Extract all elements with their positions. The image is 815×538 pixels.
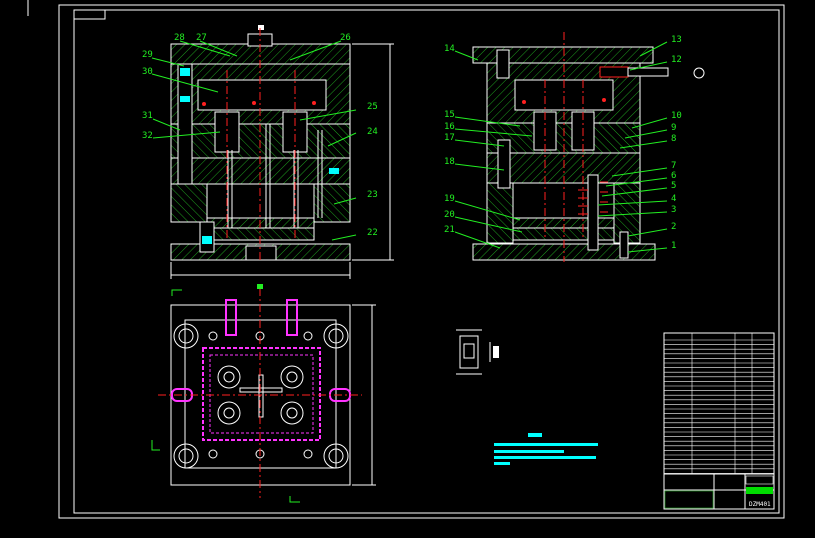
side-label-3: 3 bbox=[671, 205, 676, 215]
plan-view bbox=[151, 284, 376, 503]
front-label-30: 30 bbox=[142, 67, 153, 77]
side-label-20: 20 bbox=[444, 210, 455, 220]
front-label-28: 28 bbox=[174, 33, 185, 43]
side-label-18: 18 bbox=[444, 157, 455, 167]
side-label-21: 21 bbox=[444, 225, 455, 235]
side-label-10: 10 bbox=[671, 111, 682, 121]
side-label-2: 2 bbox=[671, 222, 676, 232]
side-label-4: 4 bbox=[671, 194, 676, 204]
technical-notes bbox=[494, 433, 598, 465]
side-label-7: 7 bbox=[671, 161, 676, 171]
side-label-1: 1 bbox=[671, 241, 676, 251]
front-label-29: 29 bbox=[142, 50, 153, 60]
side-label-5: 5 bbox=[671, 181, 676, 191]
front-label-23: 23 bbox=[367, 190, 378, 200]
front-label-26: 26 bbox=[340, 33, 351, 43]
front-label-25: 25 bbox=[367, 102, 378, 112]
title-block: DZM401 bbox=[663, 332, 775, 510]
side-label-14: 14 bbox=[444, 44, 455, 54]
side-label-9: 9 bbox=[671, 123, 676, 133]
side-label-13: 13 bbox=[671, 35, 682, 45]
front-label-32: 32 bbox=[142, 131, 153, 141]
front-label-24: 24 bbox=[367, 127, 378, 137]
cad-drawing-canvas: 28 27 26 29 30 25 31 24 32 23 22 14 13 1… bbox=[0, 0, 815, 534]
side-label-12: 12 bbox=[671, 55, 682, 65]
front-label-31: 31 bbox=[142, 111, 153, 121]
front-label-22: 22 bbox=[367, 228, 378, 238]
side-label-15: 15 bbox=[444, 110, 455, 120]
side-label-16: 16 bbox=[444, 122, 455, 132]
side-label-8: 8 bbox=[671, 134, 676, 144]
top-left-tag bbox=[74, 10, 106, 20]
front-section-view bbox=[170, 25, 394, 279]
side-label-17: 17 bbox=[444, 133, 455, 143]
side-label-19: 19 bbox=[444, 194, 455, 204]
detail-view bbox=[456, 329, 499, 375]
side-label-6: 6 bbox=[671, 171, 676, 181]
front-label-27: 27 bbox=[196, 33, 207, 43]
mold-assembly-drawing: 28 27 26 29 30 25 31 24 32 23 22 14 13 1… bbox=[27, 0, 785, 519]
side-section-view bbox=[472, 32, 705, 262]
drawing-number: DZM401 bbox=[749, 501, 771, 508]
